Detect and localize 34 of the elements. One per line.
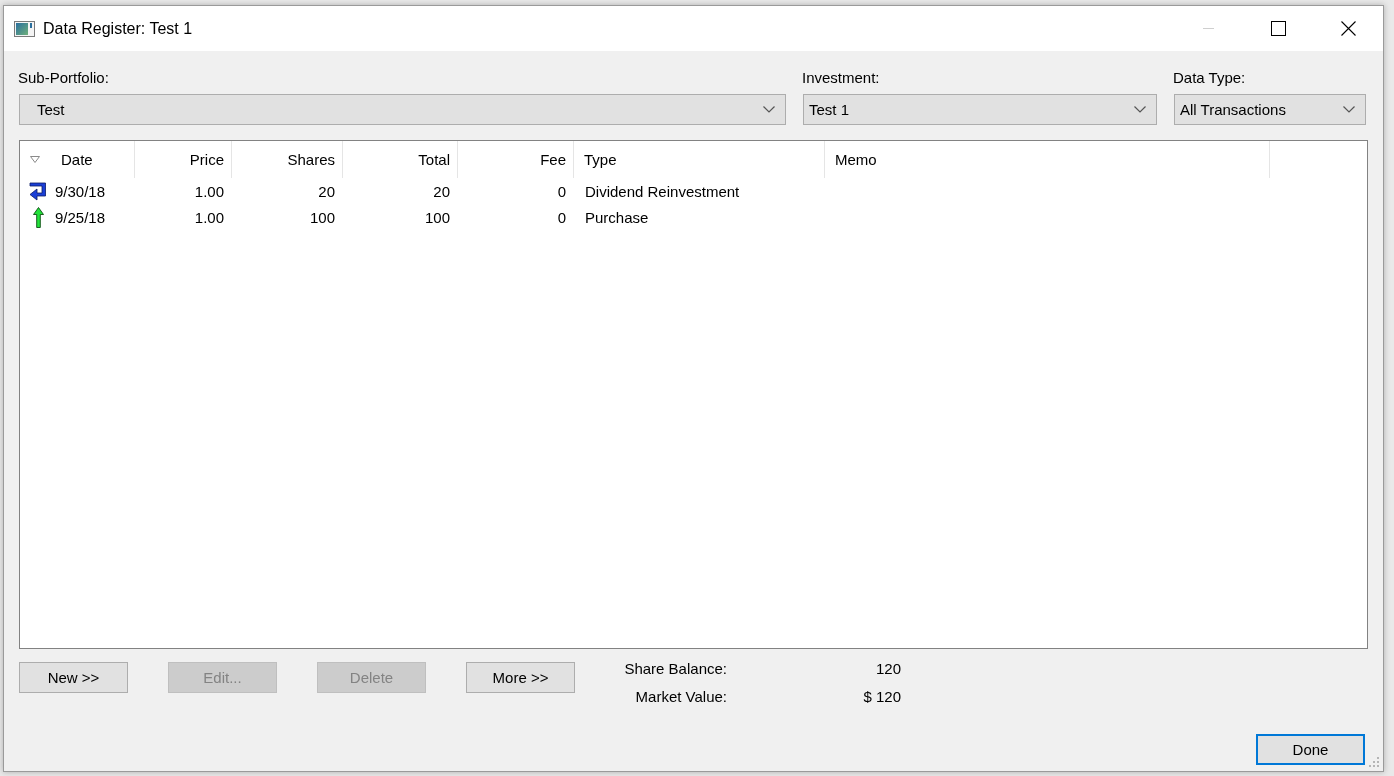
done-button[interactable]: Done (1256, 734, 1365, 765)
field-label: Data Type: (1173, 69, 1246, 87)
table-cell: 0 (557, 182, 566, 200)
table-cell: 100 (424, 208, 450, 226)
maximize-icon (1270, 21, 1286, 36)
chevron-down-icon (1134, 106, 1146, 113)
table-cell: Dividend Reinvestment (585, 182, 740, 200)
table-cell: Purchase (585, 208, 649, 226)
table-cell: 1.00 (194, 182, 224, 200)
table-cell: 1.00 (194, 208, 224, 226)
dropdown-field[interactable]: Test 1 (803, 94, 1157, 125)
dropdown-field[interactable]: All Transactions (1174, 94, 1366, 125)
table-cell: 20 (318, 182, 335, 200)
close-icon (1340, 21, 1356, 36)
summary-label: Market Value: (635, 688, 727, 706)
chevron-down-icon (1343, 106, 1355, 113)
table-cell: 9/25/18 (55, 208, 106, 226)
field-label: Investment: (802, 69, 880, 87)
window-icon (14, 20, 35, 37)
dropdown-field[interactable]: Test (19, 94, 786, 125)
summary-value: 120 (875, 660, 901, 678)
field-label: Sub-Portfolio: (18, 69, 109, 87)
table-cell: 9/30/18 (55, 182, 106, 200)
action-button[interactable]: More >> (466, 662, 575, 693)
table-cell: 0 (557, 208, 566, 226)
window-title: Data Register: Test 1 (43, 19, 193, 38)
table-cell: 100 (309, 208, 335, 226)
minimize-icon (1202, 28, 1214, 29)
chevron-down-icon (763, 106, 775, 113)
resize-grip-icon (1368, 756, 1380, 768)
action-button[interactable]: New >> (19, 662, 128, 693)
summary-value: $ 120 (863, 688, 901, 706)
summary-label: Share Balance: (624, 660, 727, 678)
table-cell: 20 (433, 182, 450, 200)
